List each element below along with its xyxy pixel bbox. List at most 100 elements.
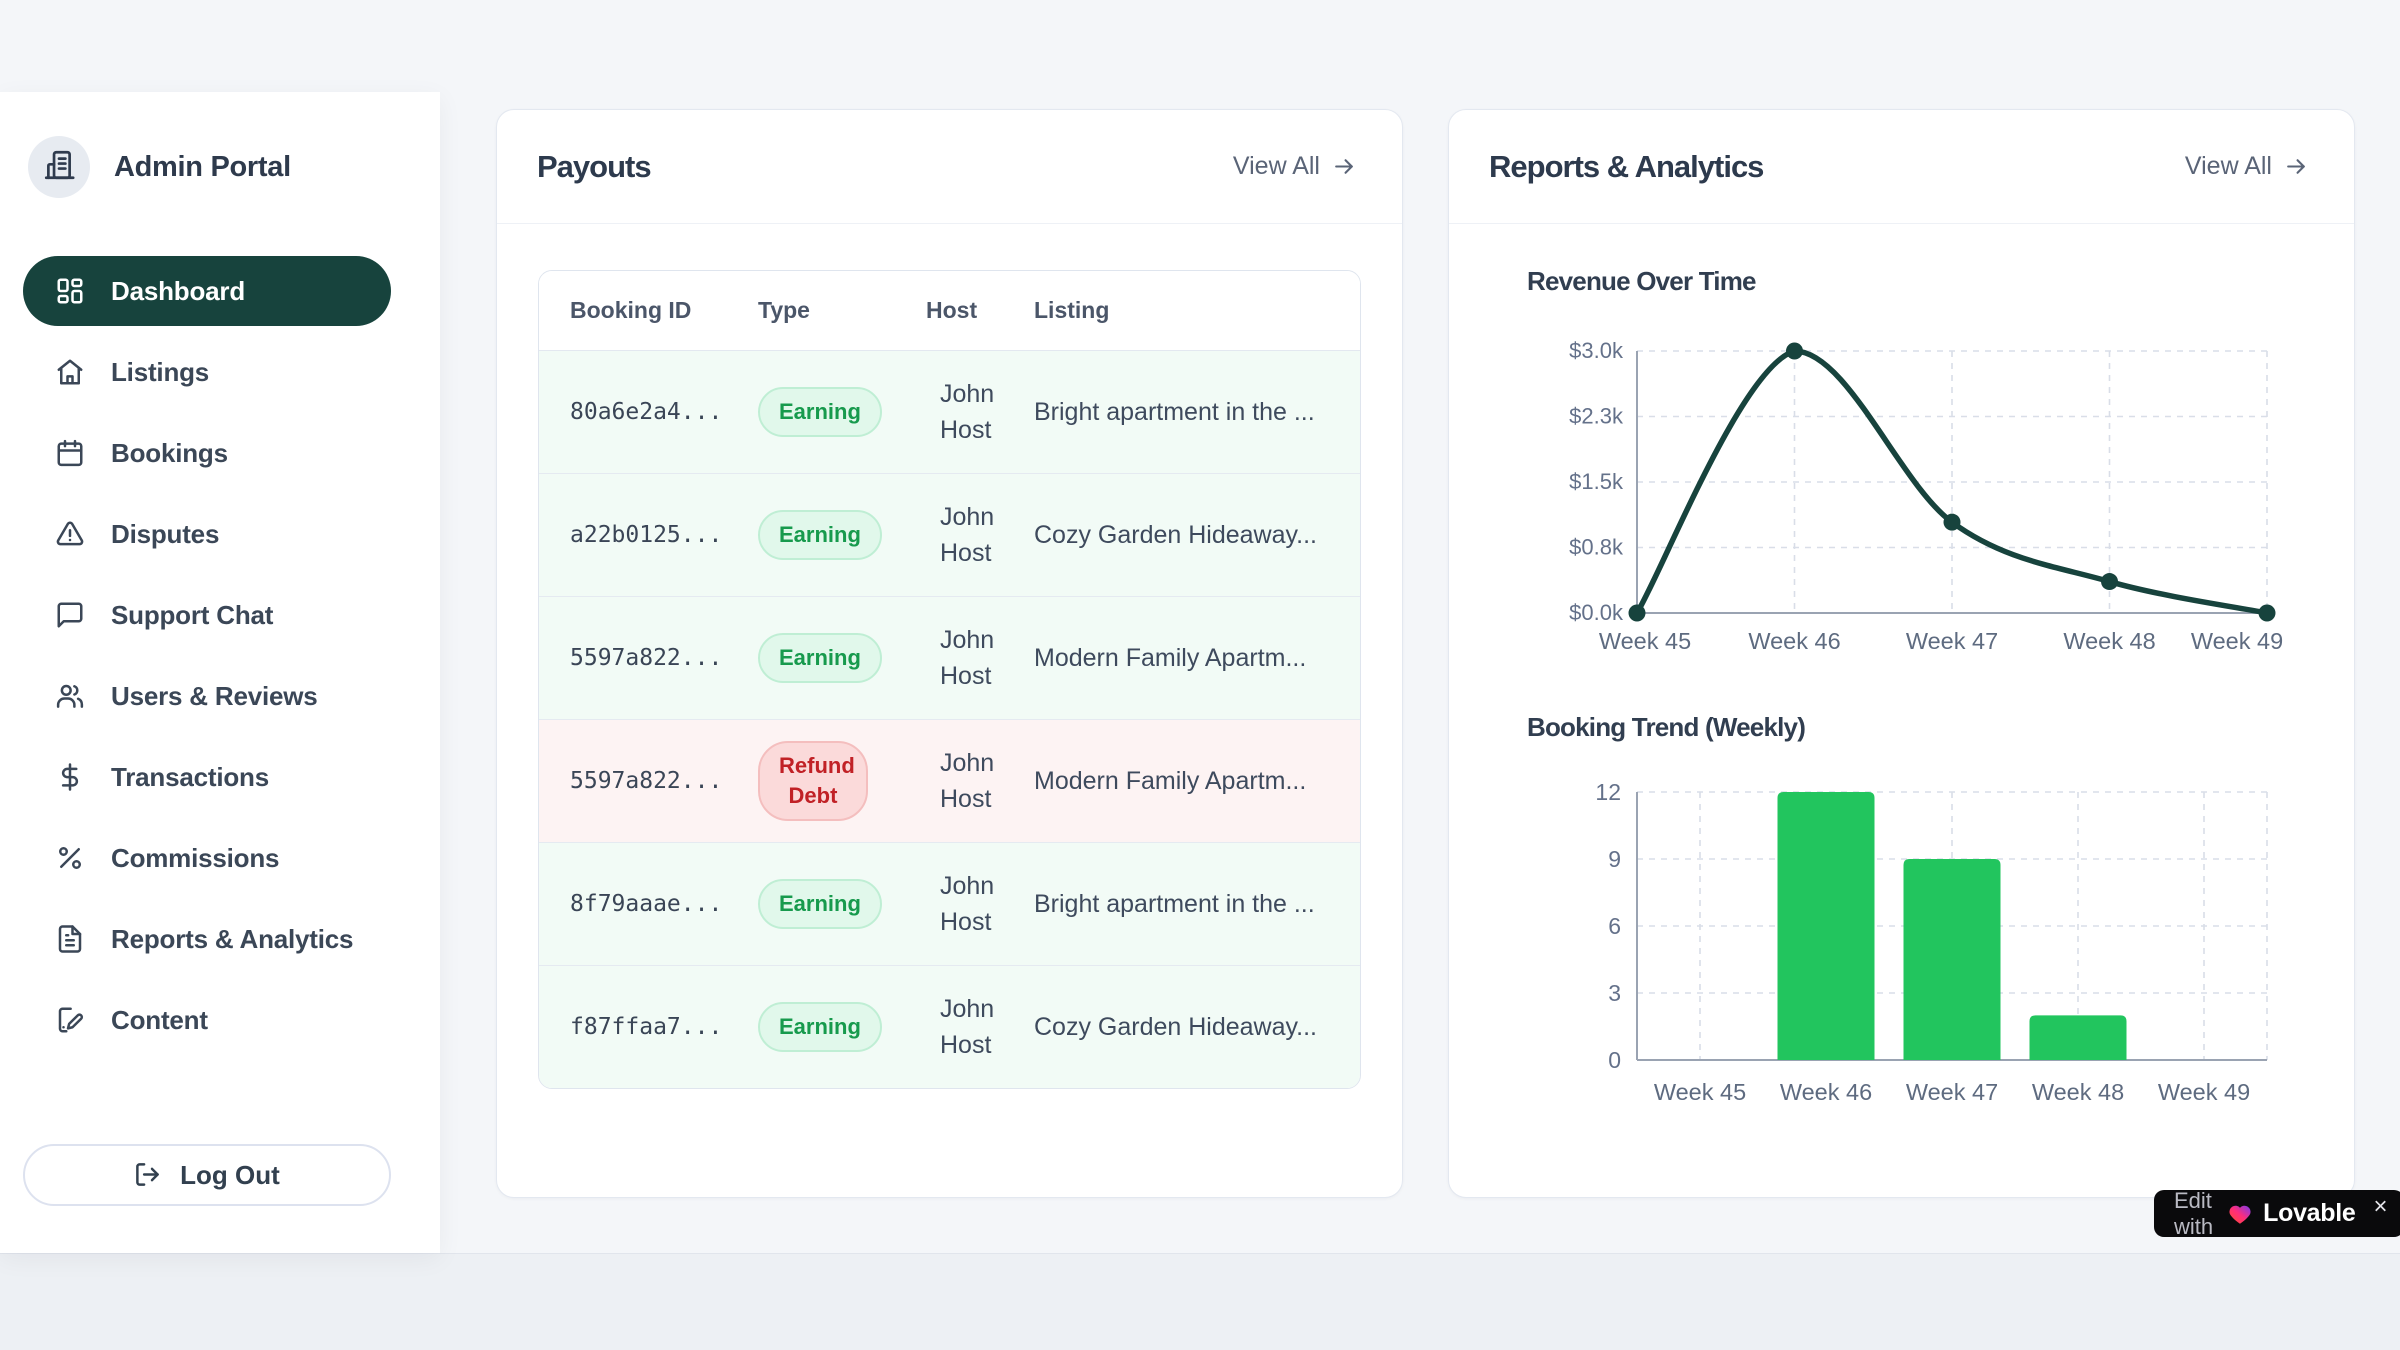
payouts-card-header: Payouts View All — [497, 110, 1402, 224]
bottom-strip — [0, 1253, 2400, 1350]
arrow-right-icon — [1332, 154, 1358, 180]
heart-icon — [2227, 1201, 2253, 1227]
sidebar-item-label: Bookings — [111, 438, 228, 469]
cell-listing: Modern Family Apartm... — [1034, 644, 1360, 673]
x-tick-label: Week 47 — [1906, 628, 1998, 654]
reports-card: Reports & Analytics View All Revenue Ove… — [1448, 109, 2355, 1198]
sidebar-item-reports-analytics[interactable]: Reports & Analytics — [23, 904, 391, 974]
column-header-booking-id: Booking ID — [539, 297, 758, 324]
y-tick-label: 0 — [1608, 1047, 1621, 1073]
reports-title: Reports & Analytics — [1489, 149, 1763, 185]
cell-booking-id: f87ffaa7... — [539, 1014, 758, 1040]
cell-listing: Cozy Garden Hideaway... — [1034, 1013, 1360, 1042]
lovable-brand: Lovable — [2263, 1199, 2355, 1228]
sidebar-item-label: Transactions — [111, 762, 269, 793]
cell-type: Earning — [758, 510, 926, 560]
sidebar-item-transactions[interactable]: Transactions — [23, 742, 391, 812]
x-tick-label: Week 46 — [1780, 1079, 1872, 1105]
house-icon — [55, 357, 85, 387]
x-tick-label: Week 49 — [2158, 1079, 2250, 1105]
y-tick-label: $0.8k — [1569, 535, 1624, 560]
sidebar-item-commissions[interactable]: Commissions — [23, 823, 391, 893]
cell-host: John Host — [926, 499, 1034, 572]
sidebar-item-label: Disputes — [111, 519, 219, 550]
sidebar-item-listings[interactable]: Listings — [23, 337, 391, 407]
sidebar-item-label: Reports & Analytics — [111, 924, 353, 955]
cell-type: Earning — [758, 1002, 926, 1052]
payouts-card: Payouts View All Booking ID Type Host Li… — [496, 109, 1403, 1198]
cell-host: John Host — [926, 745, 1034, 818]
cell-booking-id: 5597a822... — [539, 645, 758, 671]
cell-listing: Bright apartment in the ... — [1034, 890, 1360, 919]
file-text-icon — [55, 924, 85, 954]
sidebar-item-users-reviews[interactable]: Users & Reviews — [23, 661, 391, 731]
reports-card-header: Reports & Analytics View All — [1449, 110, 2354, 224]
bar — [2030, 1015, 2127, 1060]
sidebar-item-dashboard[interactable]: Dashboard — [23, 256, 391, 326]
sidebar-item-disputes[interactable]: Disputes — [23, 499, 391, 569]
users-icon — [55, 681, 85, 711]
booking-chart-title: Booking Trend (Weekly) — [1527, 712, 1805, 743]
bar — [1904, 859, 2001, 1060]
cell-host: John Host — [926, 376, 1034, 449]
arrow-right-icon — [2284, 154, 2310, 180]
data-point — [1786, 343, 1803, 360]
type-badge: Earning — [758, 510, 882, 560]
table-row: 5597a822... Refund Debt John Host Modern… — [539, 720, 1360, 843]
view-all-label: View All — [1233, 152, 1320, 181]
type-badge: Earning — [758, 1002, 882, 1052]
x-tick-label: Week 48 — [2032, 1079, 2124, 1105]
dashboard-icon — [55, 276, 85, 306]
cell-type: Earning — [758, 879, 926, 929]
x-tick-label: Week 45 — [1654, 1079, 1746, 1105]
data-point — [2101, 573, 2118, 590]
message-square-icon — [55, 600, 85, 630]
sidebar: Admin Portal Dashboard Listings Bookings… — [0, 92, 440, 1253]
data-point — [2259, 605, 2276, 622]
type-badge: Earning — [758, 879, 882, 929]
page-background: Admin Portal Dashboard Listings Bookings… — [0, 0, 2400, 1350]
cell-booking-id: 8f79aaae... — [539, 891, 758, 917]
data-point — [1944, 514, 1961, 531]
column-header-host: Host — [926, 297, 1034, 324]
column-header-listing: Listing — [1034, 297, 1360, 324]
payouts-view-all-link[interactable]: View All — [1233, 152, 1358, 181]
app-title: Admin Portal — [114, 151, 291, 184]
cell-booking-id: 5597a822... — [539, 768, 758, 794]
calendar-icon — [55, 438, 85, 468]
sidebar-item-content[interactable]: Content — [23, 985, 391, 1055]
sidebar-item-label: Support Chat — [111, 600, 273, 631]
cell-booking-id: 80a6e2a4... — [539, 399, 758, 425]
table-row: 8f79aaae... Earning John Host Bright apa… — [539, 843, 1360, 966]
x-tick-label: Week 48 — [2063, 628, 2155, 654]
dollar-sign-icon — [55, 762, 85, 792]
reports-view-all-link[interactable]: View All — [2185, 152, 2310, 181]
payouts-table-header: Booking ID Type Host Listing — [539, 271, 1360, 351]
sidebar-item-label: Dashboard — [111, 276, 245, 307]
y-tick-label: $3.0k — [1569, 338, 1624, 363]
x-tick-label: Week 45 — [1599, 628, 1691, 654]
logout-icon — [134, 1161, 162, 1189]
logout-button[interactable]: Log Out — [23, 1144, 391, 1206]
cell-listing: Modern Family Apartm... — [1034, 767, 1360, 796]
lovable-badge[interactable]: Edit with Lovable × — [2154, 1190, 2400, 1237]
sidebar-item-support-chat[interactable]: Support Chat — [23, 580, 391, 650]
cell-type: Refund Debt — [758, 741, 926, 820]
payouts-table: Booking ID Type Host Listing 80a6e2a4...… — [538, 270, 1361, 1089]
y-tick-label: 9 — [1608, 846, 1621, 872]
x-tick-label: Week 49 — [2191, 628, 2283, 654]
table-row: 5597a822... Earning John Host Modern Fam… — [539, 597, 1360, 720]
sidebar-item-label: Listings — [111, 357, 209, 388]
payouts-table-body: 80a6e2a4... Earning John Host Bright apa… — [539, 351, 1360, 1088]
cell-type: Earning — [758, 387, 926, 437]
cell-booking-id: a22b0125... — [539, 522, 758, 548]
building-icon — [42, 148, 76, 187]
revenue-chart-title: Revenue Over Time — [1527, 266, 1756, 297]
sidebar-item-label: Content — [111, 1005, 208, 1036]
close-icon[interactable]: × — [2374, 1195, 2388, 1219]
sidebar-item-bookings[interactable]: Bookings — [23, 418, 391, 488]
sidebar-nav: Dashboard Listings Bookings Disputes Sup… — [23, 256, 391, 1066]
revenue-line-chart: $0.0k$0.8k$1.5k$2.3k$3.0kWeek 45Week 46W… — [1537, 341, 2279, 661]
cell-host: John Host — [926, 868, 1034, 941]
type-badge: Earning — [758, 387, 882, 437]
